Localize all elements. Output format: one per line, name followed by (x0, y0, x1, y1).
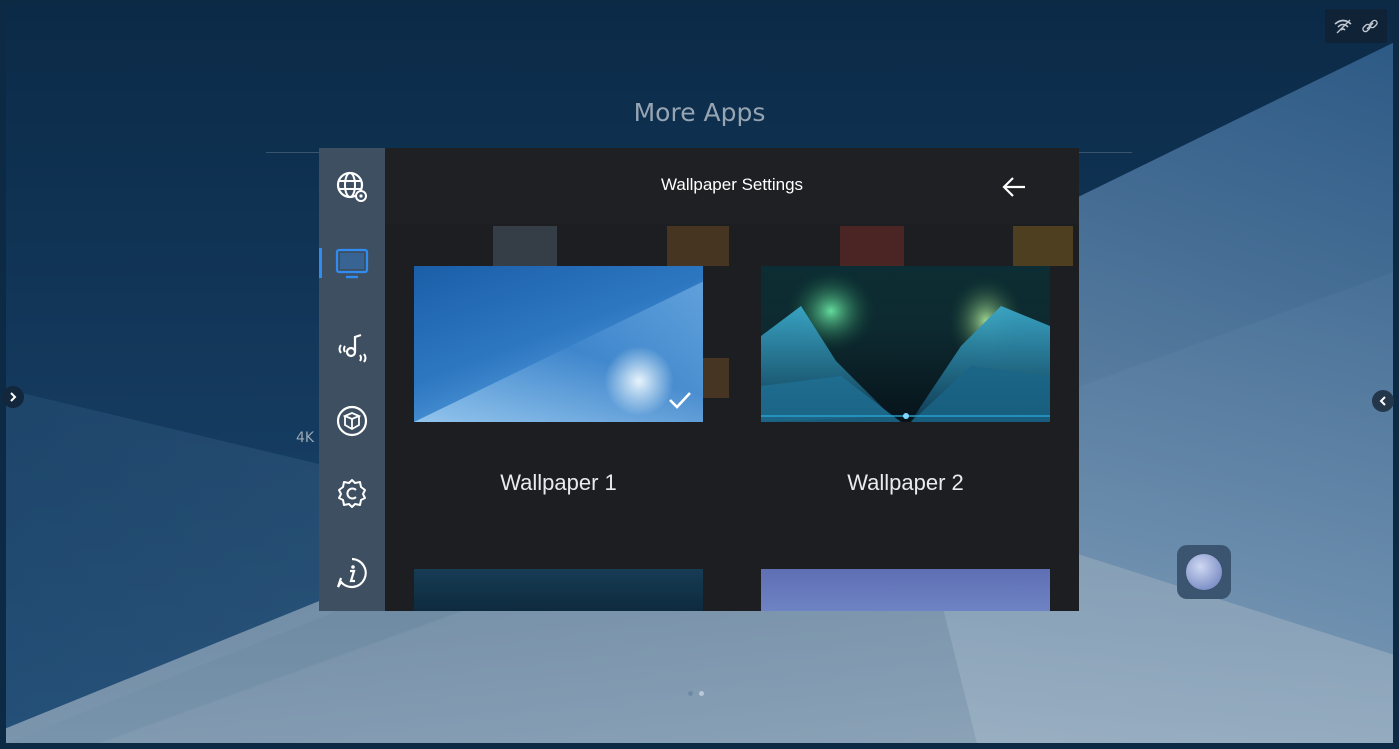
info-icon (336, 557, 367, 589)
back-arrow-icon (1002, 177, 1025, 197)
wifi-icon (1334, 19, 1352, 34)
right-drawer-arrow[interactable] (1372, 390, 1394, 412)
bg-app-ghost (493, 226, 557, 266)
bg-app-ghost (667, 226, 729, 266)
chevron-right-icon (10, 392, 17, 402)
monitor-icon (335, 248, 369, 279)
globe-settings-icon (336, 171, 367, 202)
bg-app-label: 4K (296, 430, 315, 446)
check-icon (669, 392, 691, 409)
aurora-image (761, 269, 1050, 422)
wallpaper-1-label: Wallpaper 1 (500, 470, 617, 495)
cube-icon (336, 405, 368, 437)
panel-title: Wallpaper Settings (660, 175, 804, 194)
settings-panel: Wallpaper Settings Wallpaper 1 Wallpaper… (319, 148, 1079, 611)
bg-app-ghost (1013, 226, 1073, 266)
wallpaper-2-label: Wallpaper 2 (847, 470, 964, 495)
page-title: More Apps (633, 98, 766, 127)
wallpaper-content: Wallpaper Settings Wallpaper 1 Wallpaper… (385, 148, 1079, 611)
status-tray (1325, 9, 1387, 43)
wallpaper-2-thumbnail[interactable] (761, 266, 1050, 422)
gear-icon (338, 479, 366, 508)
page-indicator (688, 691, 704, 696)
sidebar-item-audio[interactable] (319, 318, 385, 378)
wallpaper-4-thumbnail[interactable] (761, 569, 1050, 611)
sidebar-item-system[interactable] (319, 463, 385, 523)
page-dot (688, 691, 693, 696)
bg-app-ghost (840, 226, 904, 266)
wallpaper-1-thumbnail[interactable] (414, 266, 703, 422)
panel-header: Wallpaper Settings (385, 148, 1079, 224)
chevron-left-icon (1379, 396, 1386, 406)
left-drawer-arrow[interactable] (2, 386, 24, 408)
sidebar-item-display[interactable] (319, 233, 385, 293)
floating-assistive-button[interactable] (1177, 545, 1231, 599)
back-button[interactable] (997, 170, 1031, 204)
wallpaper-3-thumbnail[interactable] (414, 569, 703, 611)
sidebar-item-apps[interactable] (319, 391, 385, 451)
audio-icon (338, 333, 367, 363)
settings-sidebar (319, 148, 385, 611)
active-indicator (319, 248, 322, 278)
link-icon (1362, 19, 1378, 33)
sidebar-item-network[interactable] (319, 157, 385, 217)
sidebar-item-about[interactable] (319, 543, 385, 603)
page-dot-active (699, 691, 704, 696)
